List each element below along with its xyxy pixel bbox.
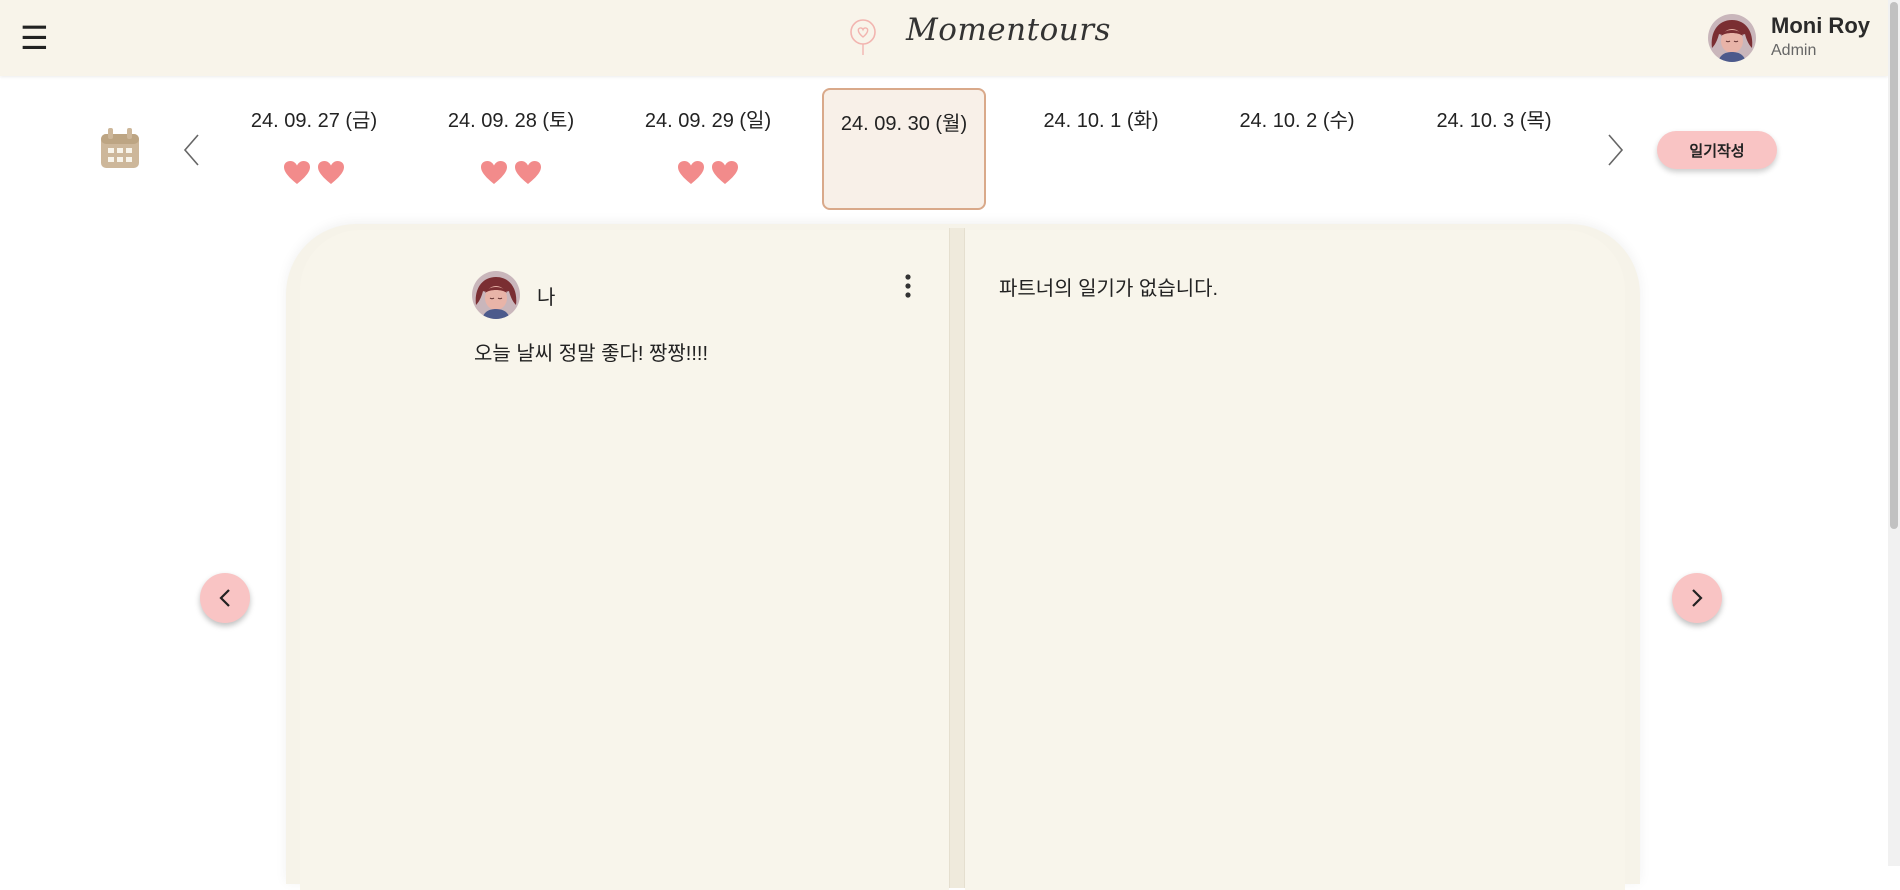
heart-icon — [318, 161, 344, 184]
entry-text: 오늘 날씨 정말 좋다! 짱짱!!!! — [474, 343, 709, 365]
heart-icon — [678, 161, 704, 184]
page-scrollbar[interactable] — [1888, 0, 1900, 866]
scrollbar-thumb[interactable] — [1890, 2, 1898, 529]
date-item[interactable]: 24. 09. 29 (일) — [626, 88, 790, 210]
date-item[interactable]: 24. 09. 27 (금) — [232, 88, 396, 210]
date-item[interactable]: 24. 10. 1 (화) — [1019, 88, 1183, 210]
user-name[interactable]: Moni Roy — [1771, 13, 1870, 39]
heart-group — [626, 160, 790, 186]
chevron-left-icon[interactable] — [180, 130, 204, 170]
chevron-right-icon — [1692, 589, 1703, 607]
date-item[interactable]: 24. 10. 2 (수) — [1215, 88, 1379, 210]
date-label: 24. 09. 28 (토) — [447, 110, 575, 132]
next-page-button[interactable] — [1672, 573, 1722, 623]
partner-diary-page — [965, 230, 1625, 890]
write-diary-button[interactable]: 일기작성 — [1657, 131, 1777, 169]
date-label: 24. 10. 3 (목) — [1436, 110, 1552, 132]
previous-page-button[interactable] — [200, 573, 250, 623]
heart-group — [232, 160, 396, 186]
more-vertical-icon[interactable] — [896, 270, 920, 304]
hamburger-menu-icon[interactable]: ☰ — [20, 18, 50, 58]
chevron-right-icon[interactable] — [1603, 130, 1627, 170]
heart-icon — [712, 161, 738, 184]
book-spine — [949, 228, 965, 888]
heart-group — [429, 160, 593, 186]
user-role: Admin — [1771, 42, 1817, 59]
date-label: 24. 10. 2 (수) — [1239, 110, 1355, 132]
entry-author-name: 나 — [537, 287, 556, 309]
partner-empty-message: 파트너의 일기가 없습니다. — [999, 278, 1219, 300]
heart-icon — [481, 161, 507, 184]
my-diary-page — [300, 230, 949, 890]
balloon-heart-logo-icon[interactable] — [848, 18, 878, 56]
heart-icon — [515, 161, 541, 184]
date-label: 24. 09. 27 (금) — [250, 110, 378, 132]
date-label: 24. 09. 30 (월) — [840, 113, 968, 135]
user-avatar[interactable] — [1708, 14, 1756, 62]
heart-icon — [284, 161, 310, 184]
chevron-left-icon — [219, 589, 230, 607]
date-item[interactable]: 24. 09. 28 (토) — [429, 88, 593, 210]
brand-title[interactable]: Momentours — [906, 12, 1111, 48]
entry-author-avatar — [472, 271, 520, 319]
date-label: 24. 10. 1 (화) — [1043, 110, 1159, 132]
date-item[interactable]: 24. 09. 30 (월) — [822, 88, 986, 210]
diary-book — [286, 224, 1640, 890]
date-label: 24. 09. 29 (일) — [644, 110, 772, 132]
calendar-icon[interactable] — [98, 128, 142, 170]
top-header: ☰ Momentours Moni Roy Admin — [0, 0, 1888, 76]
date-item[interactable]: 24. 10. 3 (목) — [1412, 88, 1576, 210]
